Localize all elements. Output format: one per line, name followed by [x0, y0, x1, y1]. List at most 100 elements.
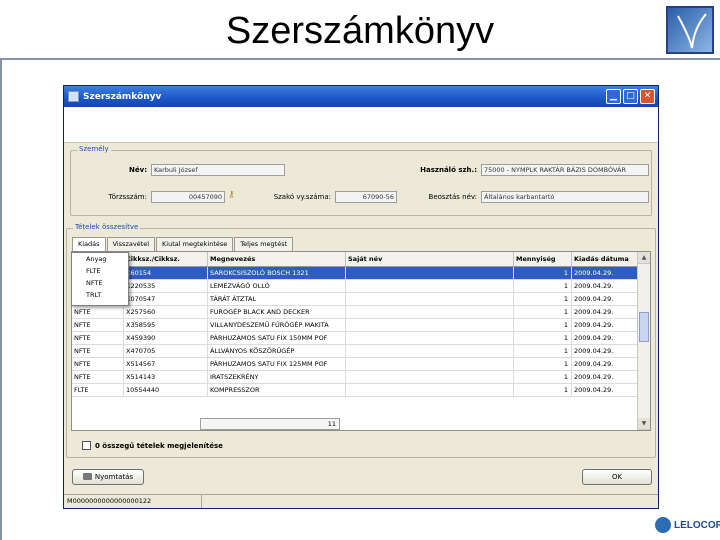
- dropdown-item[interactable]: TRLT: [72, 289, 128, 301]
- tab-kiadas[interactable]: Kiadás: [72, 237, 106, 251]
- dropdown-item[interactable]: Anyag: [72, 253, 128, 265]
- table-cell: 2009.04.29.: [572, 319, 638, 331]
- window-titlebar[interactable]: Szerszámkönyv ▁ □ ✕: [64, 86, 658, 107]
- table-row[interactable]: X60154 SAROKCSISZOLÓ BOSCH 1321 1 2009.0…: [72, 267, 638, 280]
- column-header[interactable]: Mennyiség: [514, 252, 572, 266]
- title-divider: [0, 58, 720, 60]
- table-cell: 2009.04.29.: [572, 306, 638, 318]
- table-cell: [346, 332, 514, 344]
- table-scrollbar[interactable]: ▲ ▼: [637, 252, 650, 430]
- role-field[interactable]: Általános karbantartó: [481, 191, 649, 203]
- repair-field[interactable]: 67090-56: [335, 191, 397, 203]
- table-cell: NFTE: [72, 306, 124, 318]
- items-table: Cikksz./Cikksz. Megnevezés Saját név Men…: [71, 251, 651, 431]
- column-header[interactable]: Kiadás dátuma: [572, 252, 638, 266]
- table-cell: 1: [514, 280, 572, 292]
- scroll-down-icon[interactable]: ▼: [638, 418, 650, 430]
- key-lookup-icon[interactable]: ⚷: [228, 190, 235, 200]
- column-header[interactable]: Megnevezés: [208, 252, 346, 266]
- tab-visszavetel[interactable]: Visszavétel: [106, 237, 156, 251]
- status-bar: M0000000000000000122: [64, 494, 658, 508]
- tab-kiutal[interactable]: Kiutal megtekintése: [156, 237, 234, 251]
- table-cell: 1: [514, 371, 572, 383]
- table-row[interactable]: X220535 LEMEZVÁGÓ OLLÓ 1 2009.04.29.: [72, 280, 638, 293]
- status-cell: M0000000000000000122: [67, 495, 202, 508]
- app-window: Szerszámkönyv ▁ □ ✕ Személy Név: Karbuli…: [63, 85, 659, 509]
- column-header[interactable]: Saját név: [346, 252, 514, 266]
- table-cell: 2009.04.29.: [572, 371, 638, 383]
- print-button-label: Nyomtatás: [94, 473, 134, 481]
- table-cell: 1: [514, 306, 572, 318]
- table-cell: NFTE: [72, 358, 124, 370]
- dropdown-item[interactable]: NFTE: [72, 277, 128, 289]
- maximize-button[interactable]: □: [623, 89, 638, 104]
- user-field[interactable]: 75000 - NYMPLK RAKTÁR BÁZIS DOMBÓVÁR: [481, 164, 649, 176]
- table-cell: FUROGÉP BLACK AND DECKER: [208, 306, 346, 318]
- table-cell: X459390: [124, 332, 208, 344]
- table-cell: 10554440: [124, 384, 208, 396]
- table-cell: 1: [514, 319, 572, 331]
- role-label: Beosztás név:: [428, 193, 477, 201]
- table-header: Cikksz./Cikksz. Megnevezés Saját név Men…: [72, 252, 638, 267]
- brand-logo-text: LELOCOR: [674, 519, 720, 531]
- table-cell: [346, 267, 514, 279]
- table-cell: SAROKCSISZOLÓ BOSCH 1321: [208, 267, 346, 279]
- name-field[interactable]: Karbuli József: [151, 164, 285, 176]
- table-cell: 2009.04.29.: [572, 332, 638, 344]
- person-group: Személy Név: Karbuli József Használó szh…: [70, 145, 652, 216]
- table-cell: X470705: [124, 345, 208, 357]
- table-row[interactable]: FLTE 10554440 KOMPRESSZOR 1 2009.04.29.: [72, 384, 638, 397]
- scroll-up-icon[interactable]: ▲: [638, 252, 650, 264]
- items-tabs: Kiadás Visszavétel Kiutal megtekintése T…: [72, 237, 294, 251]
- zero-items-label: 0 összegű tételek megjelenítése: [95, 441, 223, 450]
- table-cell: 2009.04.29.: [572, 345, 638, 357]
- table-cell: PÁRHUZAMOS SATU FIX 125MM POF: [208, 358, 346, 370]
- table-cell: NFTE: [72, 319, 124, 331]
- header-banner: [64, 107, 658, 143]
- table-cell: ÁLLVÁNYOS KÖSZÖRŰGÉP: [208, 345, 346, 357]
- table-row[interactable]: NFTE X470705 ÁLLVÁNYOS KÖSZÖRŰGÉP 1 2009…: [72, 345, 638, 358]
- table-cell: 2009.04.29.: [572, 293, 638, 305]
- table-cell: LEMEZVÁGÓ OLLÓ: [208, 280, 346, 292]
- table-cell: NFTE: [72, 345, 124, 357]
- zero-items-checkbox[interactable]: [82, 441, 91, 450]
- table-row[interactable]: NFTE X358595 VILLANYDESZEMŰ FÚRÓGÉP MAKI…: [72, 319, 638, 332]
- table-cell: NFTE: [72, 332, 124, 344]
- minimize-button[interactable]: ▁: [606, 89, 621, 104]
- id-field[interactable]: 00457090: [151, 191, 225, 203]
- table-row[interactable]: NFTE X514567 PÁRHUZAMOS SATU FIX 125MM P…: [72, 358, 638, 371]
- table-cell: X070547: [124, 293, 208, 305]
- print-button[interactable]: Nyomtatás: [72, 469, 144, 485]
- ok-button[interactable]: OK: [582, 469, 652, 485]
- window-app-icon: [68, 91, 79, 102]
- table-cell: X514567: [124, 358, 208, 370]
- person-group-legend: Személy: [77, 145, 111, 153]
- table-cell: [346, 384, 514, 396]
- table-cell: 1: [514, 332, 572, 344]
- left-divider: [0, 60, 2, 540]
- table-row[interactable]: X070547 TÁRÁT ÁTZTAL 1 2009.04.29.: [72, 293, 638, 306]
- table-cell: [346, 319, 514, 331]
- table-row[interactable]: NFTE X459390 PÁRHUZAMOS SATU FIX 150MM P…: [72, 332, 638, 345]
- table-cell: X220535: [124, 280, 208, 292]
- close-button[interactable]: ✕: [640, 89, 655, 104]
- table-cell: [346, 306, 514, 318]
- table-cell: 1: [514, 384, 572, 396]
- zero-items-toggle[interactable]: 0 összegű tételek megjelenítése: [82, 441, 223, 450]
- dropdown-item[interactable]: FLTE: [72, 265, 128, 277]
- table-cell: X257560: [124, 306, 208, 318]
- table-cell: VILLANYDESZEMŰ FÚRÓGÉP MAKITA: [208, 319, 346, 331]
- table-cell: [346, 371, 514, 383]
- table-cell: NFTE: [72, 371, 124, 383]
- table-row[interactable]: NFTE X514143 IRATSZEKRÉNY 1 2009.04.29.: [72, 371, 638, 384]
- table-cell: [346, 358, 514, 370]
- table-cell: 1: [514, 293, 572, 305]
- slide-title: Szerszámkönyv: [225, 10, 495, 52]
- scrollbar-thumb[interactable]: [639, 312, 649, 342]
- table-row[interactable]: NFTE X257560 FUROGÉP BLACK AND DECKER 1 …: [72, 306, 638, 319]
- table-cell: PÁRHUZAMOS SATU FIX 150MM POF: [208, 332, 346, 344]
- column-header[interactable]: Cikksz./Cikksz.: [124, 252, 208, 266]
- table-cell: FLTE: [72, 384, 124, 396]
- table-cell: 2009.04.29.: [572, 280, 638, 292]
- tab-teljes[interactable]: Teljes megtést: [234, 237, 294, 251]
